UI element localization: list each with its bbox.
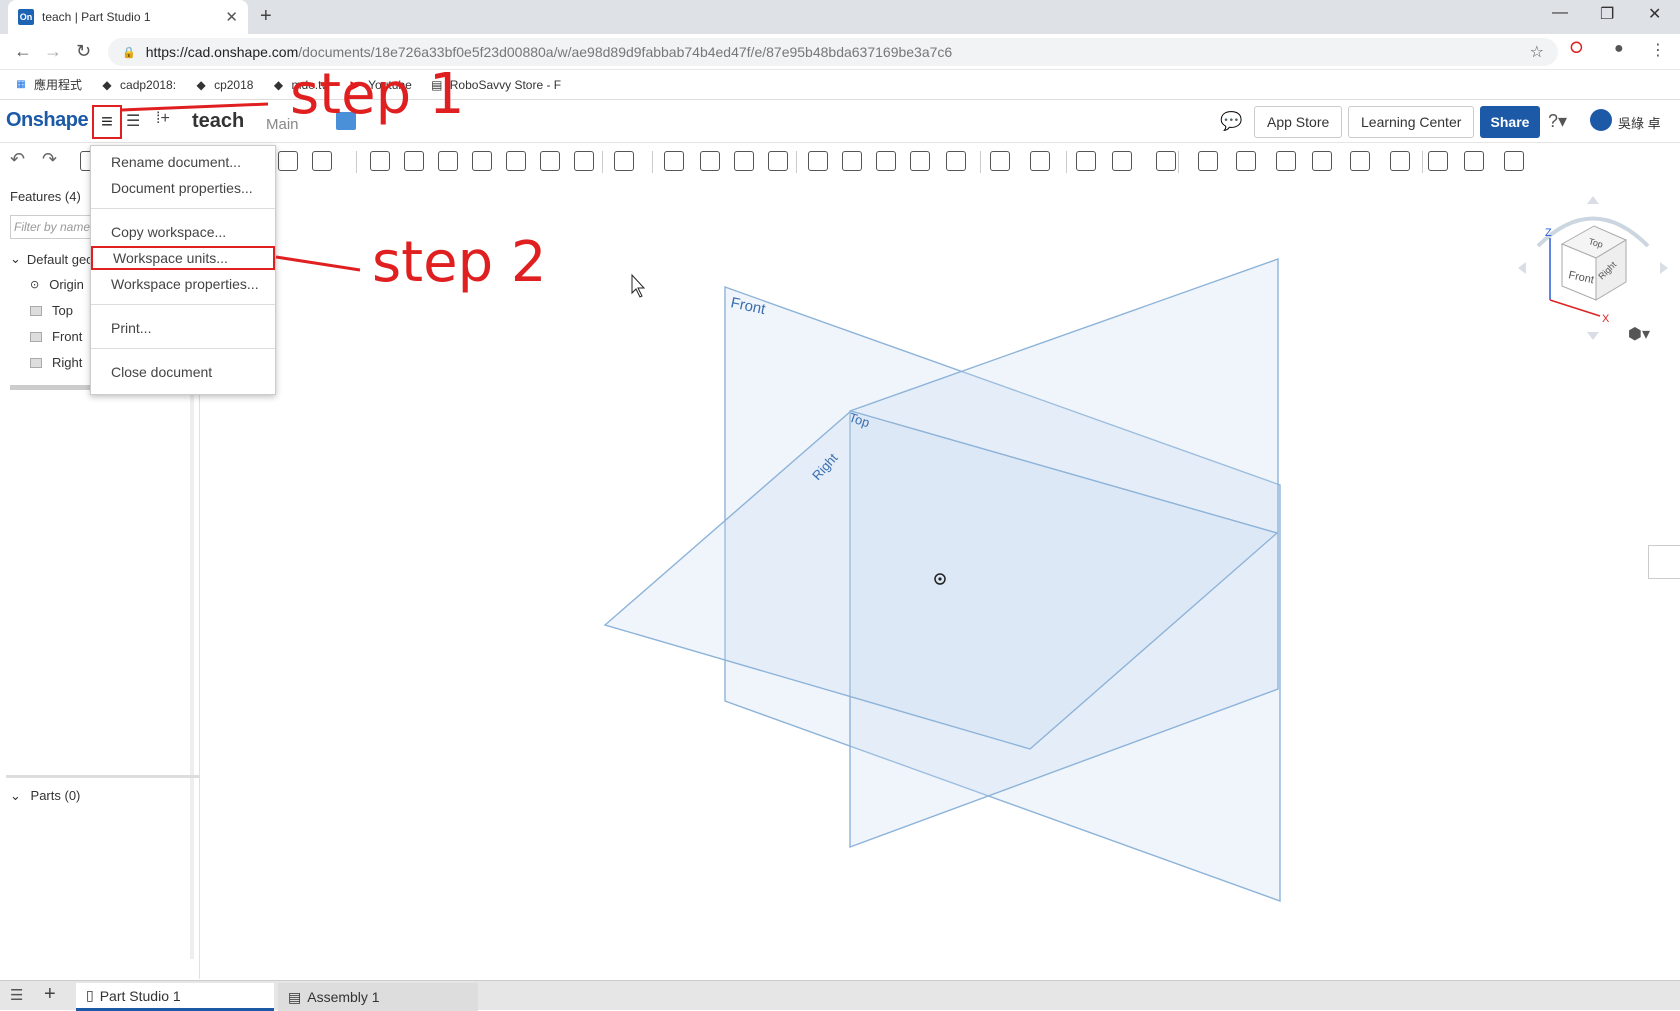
bottom-tab-bar: ☰ + ▯ Part Studio 1 ▤ Assembly 1 xyxy=(0,980,1680,1011)
step1-annotation: step 1 xyxy=(290,62,465,127)
assembly-icon: ▤ xyxy=(288,988,302,1005)
part-studio-icon: ▯ xyxy=(86,987,94,1003)
add-tab-icon[interactable]: + xyxy=(44,983,56,1006)
view-arrow-up-icon[interactable] xyxy=(1587,196,1599,204)
annotation-lines xyxy=(121,102,361,272)
step2-pointer-line xyxy=(275,255,361,272)
panel-divider[interactable] xyxy=(6,775,200,778)
tree-item-label: Front xyxy=(52,329,83,344)
tree-item-label: Right xyxy=(52,355,83,370)
z-axis-label: Z xyxy=(1545,227,1552,239)
tab-assembly-1[interactable]: ▤ Assembly 1 xyxy=(278,983,478,1011)
view-arrow-left-icon[interactable] xyxy=(1518,262,1526,274)
parts-section[interactable]: ⌄ Parts (0) xyxy=(10,788,80,804)
chevron-down-icon: ⌄ xyxy=(10,788,21,803)
step1-pointer-line xyxy=(121,102,269,112)
parts-label: Parts (0) xyxy=(30,788,81,803)
tree-item-right[interactable]: Right xyxy=(30,355,82,370)
tab-label: Part Studio 1 xyxy=(99,987,181,1004)
plane-icon xyxy=(30,331,42,342)
origin-dot xyxy=(938,577,942,581)
view-arrow-down-icon[interactable] xyxy=(1587,332,1599,340)
view-options-icon[interactable]: ⬢▾ xyxy=(1628,324,1650,344)
tab-label: Assembly 1 xyxy=(307,989,380,1005)
step2-annotation: step 2 xyxy=(372,230,547,295)
tab-list-icon[interactable]: ☰ xyxy=(10,986,23,1004)
x-axis-label: X xyxy=(1602,313,1610,325)
x-axis xyxy=(1549,299,1601,317)
menu-item-print[interactable]: Print... xyxy=(91,316,275,340)
menu-divider xyxy=(91,348,275,349)
menu-item-close-document[interactable]: Close document xyxy=(91,360,275,384)
view-arrow-right-icon[interactable] xyxy=(1660,262,1668,274)
tree-item-label: Top xyxy=(52,303,73,318)
plane-icon xyxy=(30,305,42,316)
plane-icon xyxy=(30,357,42,368)
menu-divider xyxy=(91,304,275,305)
tree-item-front[interactable]: Front xyxy=(30,329,82,344)
tree-item-top[interactable]: Top xyxy=(30,303,73,318)
side-panel-icon[interactable] xyxy=(1648,545,1680,579)
tab-part-studio-1[interactable]: ▯ Part Studio 1 xyxy=(76,983,274,1011)
